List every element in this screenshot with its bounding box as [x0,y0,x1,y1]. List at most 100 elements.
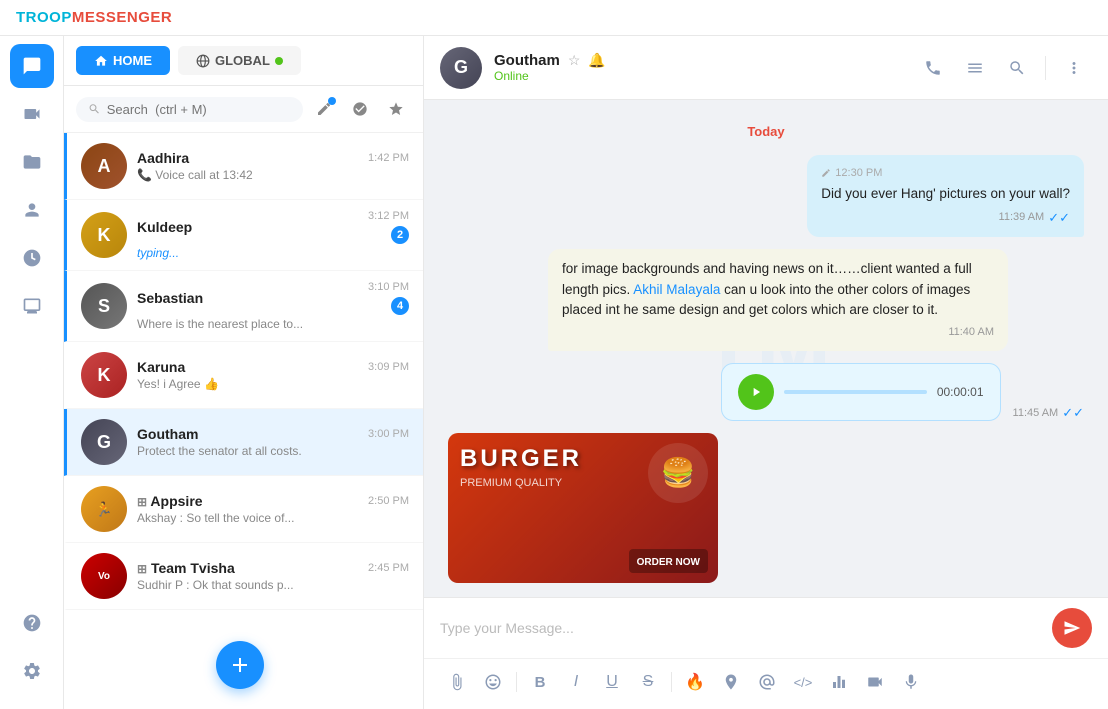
emoji-btn[interactable] [476,665,510,699]
bold-btn[interactable]: B [523,665,557,699]
audio-bubble: 00:00:01 [721,363,1001,421]
msg-row-sent-1: 12:30 PM Did you ever Hang' pictures on … [448,155,1084,237]
send-icon [1063,619,1081,637]
download-icon[interactable]: ↓ [480,323,508,351]
tab-global-label: GLOBAL [215,53,270,68]
plus-icon [228,653,252,677]
msg-text-sent-1: Did you ever Hang' pictures on your wall… [821,184,1070,204]
unread-badge-sebastian: 4 [391,297,409,315]
chat-list-panel: HOME GLOBAL [64,36,424,709]
main-layout: HOME GLOBAL [0,36,1108,709]
mic-btn[interactable] [894,665,928,699]
chat-header: G Goutham ☆ 🔔 Online [424,36,1108,100]
chat-main: G Goutham ☆ 🔔 Online [424,36,1108,709]
forward-icon[interactable]: ↪ [512,323,540,351]
chat-time-kuldeep: 3:12 PM [368,210,409,222]
attachment-btn[interactable] [440,665,474,699]
sidebar-item-activity[interactable] [10,236,54,280]
chat-item-aadhira[interactable]: A Aadhira 1:42 PM 📞 Voice call at 13:42 [64,133,423,200]
toolbar-divider-2 [671,672,672,692]
strikethrough-btn[interactable]: S [631,665,665,699]
chat-meta-appsire: 2:50 PM [368,495,409,507]
message-input[interactable] [440,620,1044,636]
location-btn[interactable] [714,665,748,699]
star-btn[interactable] [381,94,411,124]
chat-header-info: Goutham ☆ 🔔 Online [494,52,915,83]
underline-icon: U [606,673,618,691]
chat-item-teamtvisha[interactable]: Vo ⊞ Team Tvisha 2:45 PM Sudhir P : Ok t… [64,543,423,610]
send-btn[interactable] [1052,608,1092,648]
play-btn[interactable] [738,374,774,410]
toolbar-row: B I U S 🔥 [424,658,1108,709]
more-btn[interactable] [1056,50,1092,86]
input-row [424,598,1108,658]
avatar-karuna: K [81,352,127,398]
msg-edit-indicator: 12:30 PM [821,165,1070,182]
tab-global[interactable]: GLOBAL [178,46,301,75]
compose-btn[interactable] [309,94,339,124]
chat-item-sebastian[interactable]: S Sebastian 3:10 PM 4 Where is the neare… [64,271,423,342]
search-input[interactable] [107,102,291,117]
chat-item-kuldeep[interactable]: K Kuldeep 3:12 PM 2 typing... [64,200,423,271]
sidebar-item-monitor[interactable] [10,284,54,328]
sidebar-item-chat[interactable] [10,44,54,88]
chat-info-goutham: Goutham 3:00 PM Protect the senator at a… [137,426,409,458]
date-separator: Today [448,124,1084,139]
underline-btn[interactable]: U [595,665,629,699]
image-bubble[interactable]: BURGER PREMIUM QUALITY 🍔 ORDER NOW [448,433,718,583]
msg-row-received-1: ↩ ↓ ↪ for image backgrounds and having n… [448,249,1084,350]
sidebar-bottom [10,601,54,701]
fire-btn[interactable]: 🔥 [678,665,712,699]
call-btn[interactable] [915,50,951,86]
chat-item-goutham[interactable]: G Goutham 3:00 PM Protect the senator at… [64,409,423,476]
msg-bubble-received-1: for image backgrounds and having news on… [548,249,1008,350]
new-chat-fab[interactable] [216,641,264,689]
reply-icon[interactable]: ↩ [448,323,476,351]
mention-btn[interactable] [750,665,784,699]
compose-badge [328,97,336,105]
chat-preview-karuna: Yes! i Agree 👍 [137,377,357,391]
chat-header-status: Online [494,69,915,83]
settings-btn[interactable] [957,50,993,86]
msg-time-received-1: 11:40 AM [948,324,994,341]
chat-time-appsire: 2:50 PM [368,495,409,507]
chat-tabs: HOME GLOBAL [64,36,423,86]
volume-icon[interactable]: 🔔 [588,52,605,69]
msg-check-audio: ✓✓ [1062,405,1084,421]
chat-meta-goutham: 3:00 PM [368,428,409,440]
play-icon [749,385,763,399]
equalizer-icon [830,673,848,691]
chat-item-appsire[interactable]: 🏃 ⊞ Appsire 2:50 PM Akshay : So tell the… [64,476,423,543]
italic-btn[interactable]: I [559,665,593,699]
sidebar-item-settings[interactable] [10,649,54,693]
search-input-wrap[interactable] [76,97,303,122]
sidebar-item-contacts[interactable] [10,188,54,232]
sidebar-item-video[interactable] [10,92,54,136]
avatar-kuldeep: K [81,212,127,258]
audio-bar [784,390,927,394]
chat-header-avatar: G [440,47,482,89]
code-icon: </> [794,675,813,690]
equalizer-btn[interactable] [822,665,856,699]
avatar-appsire: 🏃 [81,486,127,532]
video-btn[interactable] [858,665,892,699]
sidebar-item-support[interactable] [10,601,54,645]
brand-troop: TROOP [16,9,72,26]
chat-time-goutham: 3:00 PM [368,428,409,440]
msg-edit-time: 12:30 PM [835,165,882,182]
search-header-btn[interactable] [999,50,1035,86]
video-icon [866,673,884,691]
message-input-area: B I U S 🔥 [424,597,1108,709]
code-btn[interactable]: </> [786,665,820,699]
header-actions [915,50,1092,86]
brand-messenger: MESSENGER [72,9,172,26]
star-icon[interactable]: ☆ [568,52,581,69]
tab-home[interactable]: HOME [76,46,170,75]
chat-item-karuna[interactable]: K Karuna 3:09 PM Yes! i Agree 👍 [64,342,423,409]
sidebar-item-folder[interactable] [10,140,54,184]
akhil-link[interactable]: Akhil Malayala [633,282,720,297]
chat-info-teamtvisha: ⊞ Team Tvisha 2:45 PM Sudhir P : Ok that… [137,560,409,592]
filter-btn[interactable] [345,94,375,124]
tab-home-label: HOME [113,53,152,68]
sidebar-top [10,44,54,597]
